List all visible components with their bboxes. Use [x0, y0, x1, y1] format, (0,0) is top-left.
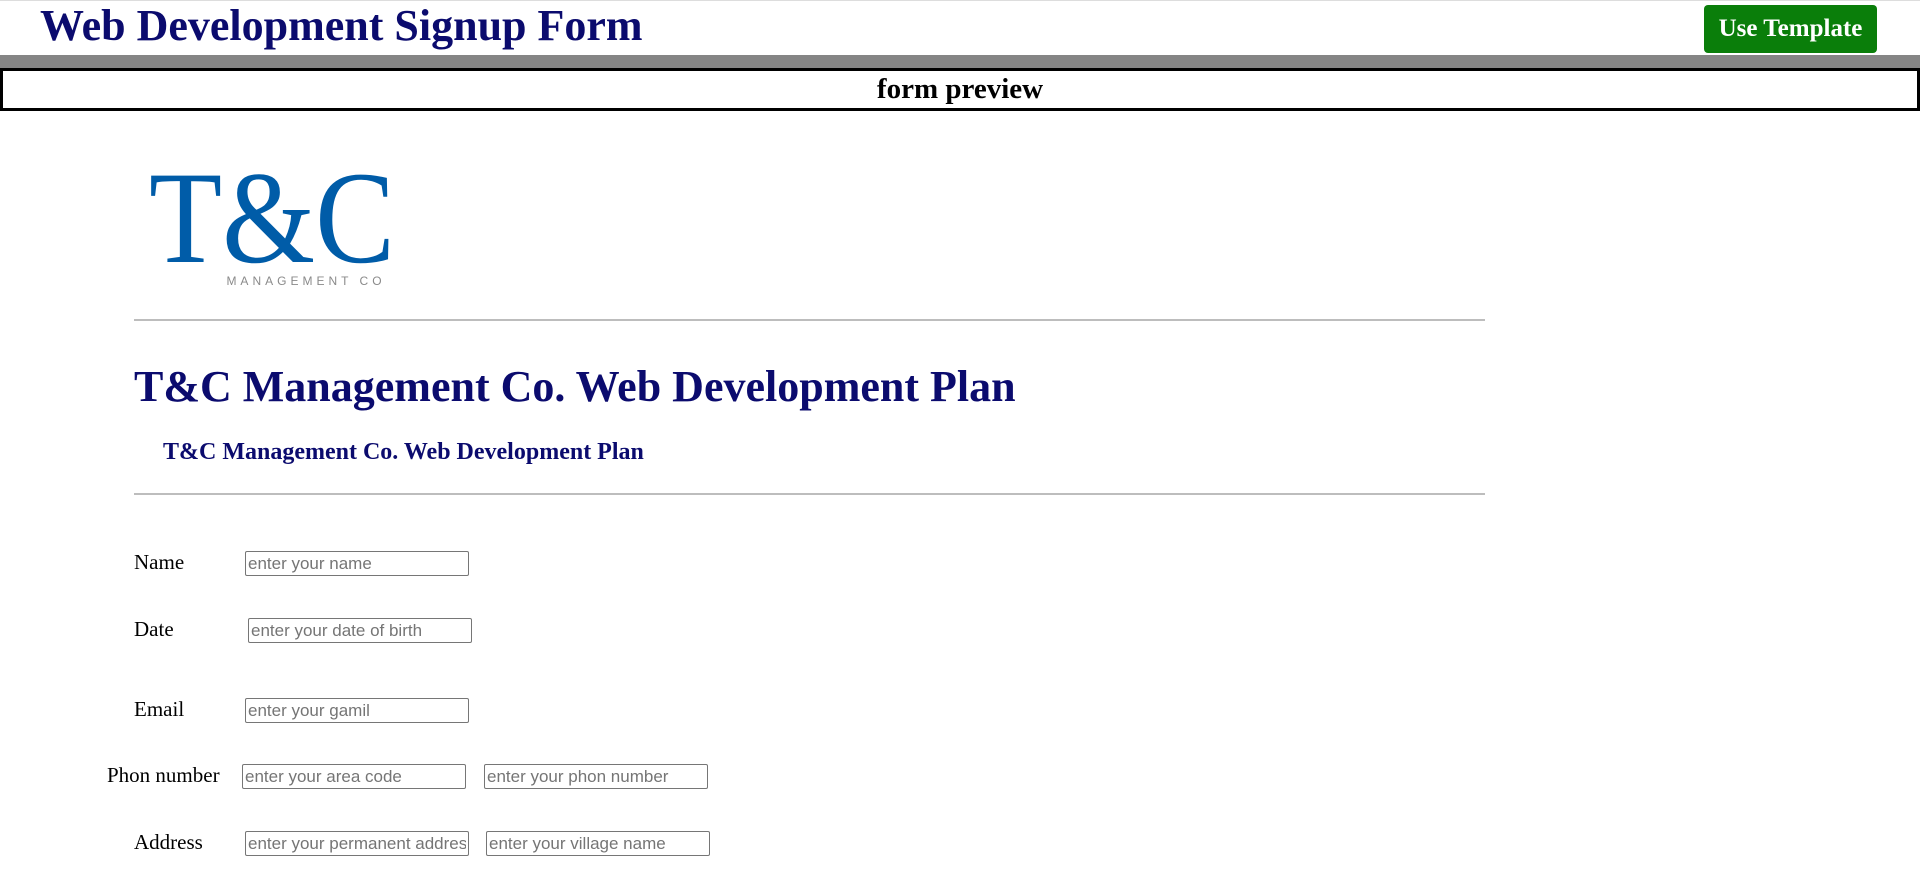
phone-number-input[interactable] [484, 764, 708, 789]
divider-bottom [134, 493, 1485, 495]
company-logo: T&C MANAGEMENT CO [149, 160, 395, 290]
email-input[interactable] [245, 698, 469, 723]
permanent-address-input[interactable] [245, 831, 469, 856]
name-label: Name [134, 550, 185, 574]
top-bar: Web Development Signup Form Use Template [0, 0, 1920, 55]
use-template-button[interactable]: Use Template [1704, 5, 1877, 53]
email-label: Email [134, 697, 185, 721]
village-name-input[interactable] [486, 831, 710, 856]
address-label: Address [134, 830, 203, 854]
page-title: Web Development Signup Form [40, 1, 643, 50]
divider-top [134, 319, 1485, 321]
name-input[interactable] [245, 551, 469, 576]
date-input[interactable] [248, 618, 472, 643]
area-code-input[interactable] [242, 764, 466, 789]
form-preview-bar: form preview [0, 68, 1920, 111]
divider-strip [0, 55, 1920, 68]
form-preview-label: form preview [876, 73, 1044, 105]
date-label: Date [134, 617, 174, 641]
form-subheading: T&C Management Co. Web Development Plan [163, 439, 644, 465]
form-heading: T&C Management Co. Web Development Plan [134, 362, 1016, 411]
logo-tagline: MANAGEMENT CO [226, 274, 385, 288]
phone-label: Phon number [107, 763, 220, 787]
logo-letters: T&C [149, 160, 395, 290]
